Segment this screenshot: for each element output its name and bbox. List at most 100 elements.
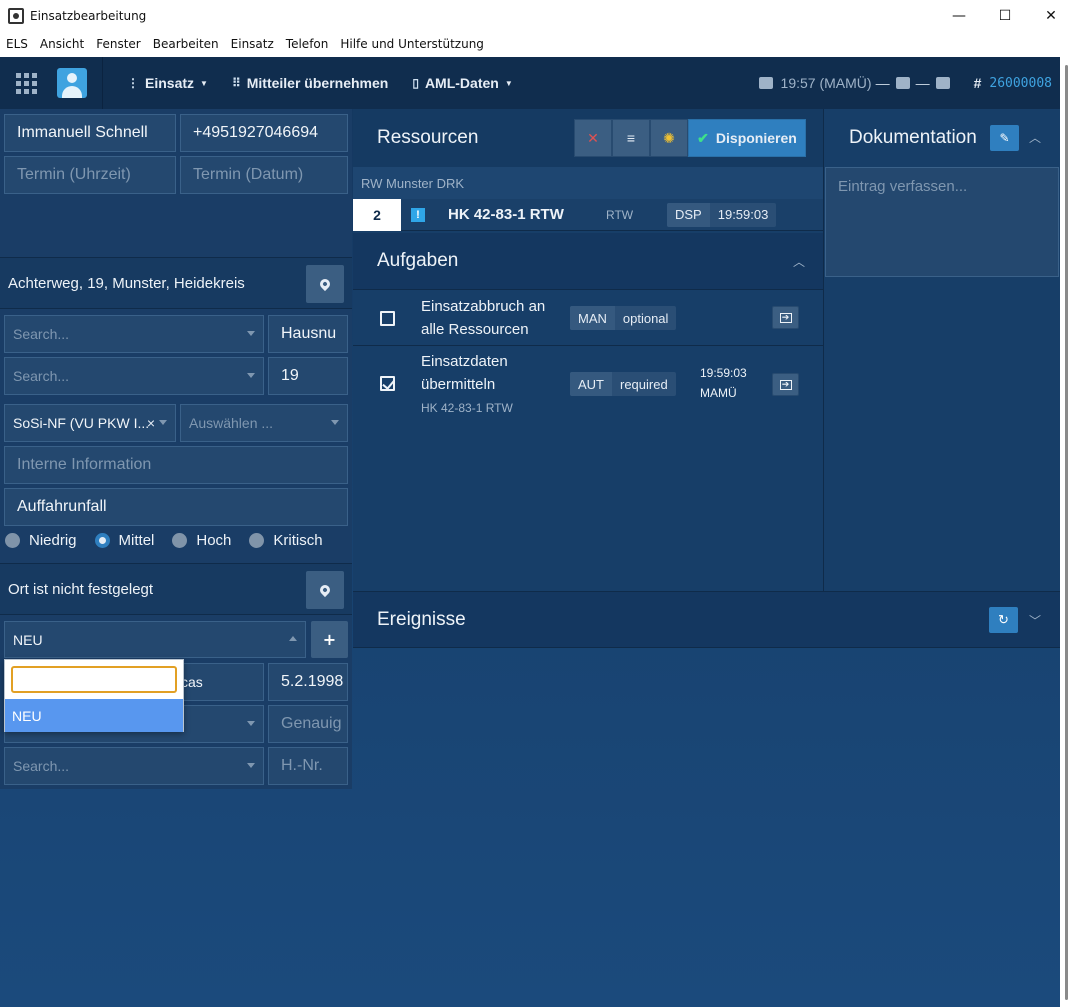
caret-down-icon <box>159 420 167 425</box>
resource-status-badge: DSP 19:59:03 <box>667 202 777 227</box>
hash-label: # <box>973 75 982 91</box>
task-title-line: übermitteln <box>421 376 496 393</box>
patient-house-number-field[interactable]: H.-Nr. <box>268 747 348 785</box>
grid-icon: ⠿ <box>231 76 241 90</box>
street-search-placeholder-2: Search... <box>13 368 70 384</box>
task-checkbox-checked[interactable] <box>380 376 395 391</box>
task-requirement: required <box>620 376 668 392</box>
priority-label: Kritisch <box>273 532 323 549</box>
caret-up-icon <box>289 636 297 641</box>
patient-select[interactable]: NEU <box>4 621 306 658</box>
scrollbar-thumb[interactable] <box>1065 65 1068 1000</box>
priority-kritisch[interactable]: Kritisch <box>249 532 323 549</box>
caret-down-icon <box>247 331 255 336</box>
priority-mittel[interactable]: Mittel <box>94 532 154 549</box>
chevron-up-icon[interactable]: ︿ <box>793 253 805 270</box>
street-search-placeholder: Search... <box>13 326 70 342</box>
menu-ansicht[interactable]: Ansicht <box>34 37 90 51</box>
phone-icon: ▯ <box>412 76 419 90</box>
edit-documentation-button[interactable]: ✎ <box>990 125 1019 151</box>
bulb-icon: ✺ <box>663 129 675 146</box>
mitteiler-uebernehmen-button[interactable]: ⠿ Mitteiler übernehmen <box>232 75 388 91</box>
minimize-button[interactable]: — <box>936 0 982 32</box>
task-checkbox[interactable] <box>380 311 395 326</box>
menu-fenster[interactable]: Fenster <box>90 37 147 51</box>
resources-panel: Ressourcen ✕ ≡ ✺ ✔ Disponieren RW Munster… <box>353 109 823 639</box>
arrow-right-icon: ➔ <box>779 379 792 390</box>
dropdown-option-neu[interactable]: NEU <box>5 699 183 732</box>
arrow-right-icon: ➔ <box>779 312 792 323</box>
map-pin-icon <box>317 582 333 598</box>
menu-einsatz[interactable]: Einsatz <box>225 37 280 51</box>
task-row: Einsatzabbruch an alle Ressourcen MAN op… <box>353 289 823 345</box>
birthdate-field[interactable]: 5.2.1998 <box>268 663 348 701</box>
auswaehlen-select[interactable]: Auswählen ... <box>180 404 348 442</box>
patient-street-search[interactable]: Search... <box>4 747 264 785</box>
task-execute-button[interactable]: ➔ <box>772 306 799 329</box>
chevron-down-icon: ▼ <box>200 78 208 88</box>
chevron-down-icon[interactable]: ﹀ <box>1029 612 1041 629</box>
alert-status-icon <box>895 77 910 89</box>
keyword-select[interactable]: SoSi-NF (VU PKW I... × <box>4 404 176 442</box>
task-time-value: 19:59:03 <box>700 366 747 380</box>
genauigkeit-field[interactable]: Genauig <box>268 705 348 743</box>
street-search-select[interactable]: Search... <box>4 315 264 353</box>
refresh-events-button[interactable]: ↻ <box>989 607 1018 633</box>
radio-icon <box>172 533 188 548</box>
priority-label: Niedrig <box>29 532 77 549</box>
caller-name-field[interactable]: Immanuell Schnell <box>4 114 176 152</box>
location-locate-button[interactable] <box>306 571 344 609</box>
chevron-up-icon[interactable]: ︿ <box>1029 129 1041 146</box>
radio-icon <box>249 533 265 548</box>
pencil-icon: ✎ <box>999 131 1010 145</box>
resource-number: 2 <box>353 198 401 231</box>
menu-els[interactable]: ELS <box>0 37 34 51</box>
documentation-title: Dokumentation <box>849 127 977 148</box>
task-execute-button[interactable]: ➔ <box>772 373 799 396</box>
bulb-button[interactable]: ✺ <box>650 119 688 157</box>
documentation-entry-textarea[interactable]: Eintrag verfassen... <box>825 167 1059 277</box>
task-mode: MAN <box>570 306 615 330</box>
termin-time-field[interactable]: Termin (Uhrzeit) <box>4 156 176 194</box>
house-number-field-2[interactable]: 19 <box>268 357 348 395</box>
add-patient-button[interactable]: + <box>311 621 348 658</box>
app-root: ⋮ Einsatz ▼ ⠿ Mitteiler übernehmen ▯ AML… <box>0 57 1060 1007</box>
termin-date-field[interactable]: Termin (Datum) <box>180 156 348 194</box>
user-avatar-icon[interactable] <box>57 68 87 98</box>
resources-toolbar: ✕ ≡ ✺ ✔ Disponieren <box>574 119 806 157</box>
task-title-line: alle Ressourcen <box>421 321 529 338</box>
patient-street-placeholder: Search... <box>13 758 70 774</box>
description-field[interactable]: Auffahrunfall <box>4 488 348 526</box>
keyword-value: SoSi-NF (VU PKW I... <box>13 415 150 431</box>
dropdown-search-input[interactable] <box>11 666 177 693</box>
apps-grid-icon[interactable] <box>0 57 52 109</box>
interne-information-field[interactable]: Interne Information <box>4 446 348 484</box>
house-number-field-1[interactable]: Hausnu <box>268 315 348 353</box>
menu-telefon[interactable]: Telefon <box>280 37 335 51</box>
nav-divider <box>102 57 103 109</box>
street-search-select-2[interactable]: Search... <box>4 357 264 395</box>
disponieren-button[interactable]: ✔ Disponieren <box>688 119 806 157</box>
resource-name: HK 42-83-1 RTW <box>448 206 564 223</box>
check-status-icon <box>935 77 950 89</box>
resource-row[interactable]: 2 ! HK 42-83-1 RTW RTW DSP 19:59:03 <box>353 198 823 231</box>
address-locate-button[interactable] <box>306 265 344 303</box>
task-time: 19:59:03 MAMÜ <box>700 363 747 403</box>
menu-hilfe[interactable]: Hilfe und Unterstützung <box>334 37 490 51</box>
resource-group-header: RW Munster DRK <box>353 167 823 199</box>
priority-hoch[interactable]: Hoch <box>172 532 231 549</box>
clear-keyword-icon[interactable]: × <box>147 415 155 431</box>
list-view-button[interactable]: ≡ <box>612 119 650 157</box>
window-scrollbar[interactable] <box>1060 57 1074 1007</box>
close-button[interactable]: ✕ <box>1028 0 1074 32</box>
caller-phone-field[interactable]: +4951927046694 <box>180 114 348 152</box>
cancel-resource-button[interactable]: ✕ <box>574 119 612 157</box>
menu-bearbeiten[interactable]: Bearbeiten <box>147 37 225 51</box>
priority-niedrig[interactable]: Niedrig <box>5 532 77 549</box>
maximize-button[interactable]: ☐ <box>982 0 1028 32</box>
einsatz-menu[interactable]: ⋮ Einsatz ▼ <box>127 75 208 91</box>
aml-daten-menu[interactable]: ▯ AML-Daten ▼ <box>412 75 512 91</box>
priority-label: Hoch <box>196 532 232 549</box>
timeline-dash: — <box>875 75 890 91</box>
vertical-dots-icon: ⋮ <box>127 76 139 90</box>
